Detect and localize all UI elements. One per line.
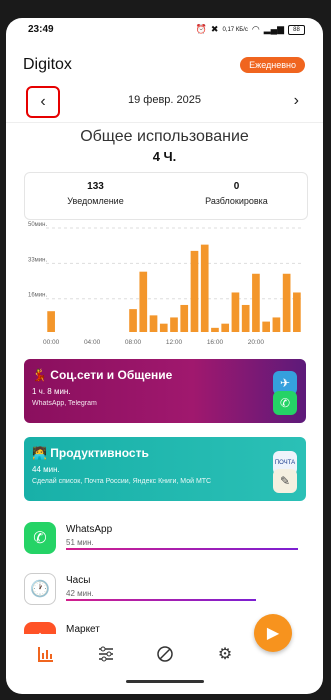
y-tick-label: 33мин.: [28, 257, 47, 263]
notepad-icon: ✎: [273, 469, 297, 493]
stat-label: Разблокировка: [205, 196, 268, 206]
date-navigation: ‹ 19 февр. 2025 ›: [6, 84, 323, 120]
app-row-whatsapp[interactable]: ✆ WhatsApp 51 мин.: [24, 518, 306, 558]
chart-bar[interactable]: [180, 304, 189, 332]
chart-bar[interactable]: [190, 250, 199, 332]
nav-block[interactable]: [153, 642, 177, 666]
chart-bar[interactable]: [159, 323, 168, 332]
app-time: 51 мин.: [66, 538, 94, 547]
productivity-emoji-icon: 🧑‍💻: [32, 446, 47, 460]
chart-bar[interactable]: [221, 323, 230, 332]
category-card-social[interactable]: 💃 Соц.сети и Общение 1 ч. 8 мин. WhatsAp…: [24, 359, 306, 423]
category-title: 💃 Соц.сети и Общение: [32, 368, 173, 382]
network-speed: 0,17 КБ/с: [222, 26, 248, 33]
stats-icon: [38, 647, 53, 662]
nav-settings[interactable]: ⚙: [213, 642, 237, 666]
y-tick-label: 50мин.: [28, 222, 47, 228]
chart-bar[interactable]: [252, 273, 260, 332]
period-selector[interactable]: Ежедневно: [240, 57, 305, 73]
usage-bar: [66, 599, 256, 601]
stat-value: 0: [233, 181, 240, 192]
stat-unlocks: 0 Разблокировка: [166, 181, 307, 206]
whatsapp-icon: ✆: [273, 391, 297, 415]
chart-bar[interactable]: [262, 321, 270, 332]
status-icons: ⏰ ✖ 0,17 КБ/с ◠ ▂▄▆ 88: [196, 24, 305, 35]
chart-bar[interactable]: [200, 244, 209, 332]
app-name: WhatsApp: [66, 524, 113, 535]
app-time: 42 мин.: [66, 589, 94, 598]
usage-bar: [66, 548, 298, 550]
chart-bar[interactable]: [149, 315, 158, 332]
next-day-button[interactable]: ›: [294, 92, 299, 110]
category-apps: Сделай список, Почта России, Яндекс Книг…: [32, 478, 212, 485]
x-tick-label: 12:00: [166, 339, 183, 346]
usage-title: Общее использование: [80, 128, 249, 145]
chart-bar[interactable]: [231, 292, 240, 332]
category-apps: WhatsApp, Telegram: [32, 400, 97, 407]
x-tick-label: 08:00: [125, 339, 142, 346]
stat-value: 133: [87, 181, 104, 192]
app-row-clock[interactable]: 🕐 Часы 42 мин.: [24, 569, 306, 609]
clock-icon: 🕐: [24, 573, 56, 605]
gear-icon: ⚙: [217, 646, 233, 663]
chart-bar[interactable]: [241, 304, 250, 332]
app-title: Digitox: [23, 56, 72, 73]
stat-notifications: 133 Уведомление: [25, 181, 166, 206]
signal-icon: ▂▄▆: [263, 24, 284, 34]
chevron-right-icon: ›: [293, 92, 299, 109]
app-name: Часы: [66, 575, 91, 586]
alarm-icon: ⏰: [195, 24, 207, 34]
stats-panel: 133 Уведомление 0 Разблокировка: [24, 172, 308, 220]
usage-total: 4 Ч.: [152, 149, 177, 164]
status-time: 23:49: [28, 24, 54, 35]
battery-icon: 88: [288, 24, 305, 35]
play-button[interactable]: ▶: [254, 614, 292, 652]
x-tick-label: 00:00: [43, 339, 60, 346]
category-title: 🧑‍💻 Продуктивность: [32, 446, 149, 460]
block-icon: [157, 646, 173, 662]
x-tick-label: 20:00: [248, 339, 265, 346]
status-bar: 23:49 ⏰ ✖ 0,17 КБ/с ◠ ▂▄▆ 88: [6, 18, 323, 46]
x-tick-label: 16:00: [207, 339, 224, 346]
sliders-icon: [99, 646, 113, 662]
chart-bar[interactable]: [139, 271, 148, 332]
phone-screen: 23:49 ⏰ ✖ 0,17 КБ/с ◠ ▂▄▆ 88 Digitox Еже…: [6, 18, 323, 694]
chart-bar[interactable]: [282, 273, 291, 332]
nav-stats[interactable]: [34, 642, 58, 666]
chart-bar[interactable]: [272, 317, 281, 332]
x-tick-label: 04:00: [84, 339, 101, 346]
home-indicator: [126, 680, 204, 683]
social-emoji-icon: 💃: [32, 368, 47, 382]
chart-bar[interactable]: [129, 309, 137, 332]
current-date[interactable]: 19 февр. 2025: [6, 94, 323, 106]
mute-icon: ✖: [210, 24, 219, 34]
chart-bar[interactable]: [47, 311, 55, 332]
usage-chart[interactable]: 50мин. 33мин. 16мин. 00:00 04:00 08:00 12:00 16…: [24, 220, 306, 348]
category-card-productivity[interactable]: 🧑‍💻 Продуктивность 44 мин. Сделай список…: [24, 437, 306, 501]
chart-bar[interactable]: [293, 292, 301, 332]
chart-bar[interactable]: [211, 327, 219, 332]
stat-label: Уведомление: [67, 196, 124, 206]
divider: [6, 122, 323, 123]
y-tick-label: 16мин.: [28, 293, 47, 299]
category-time: 44 мин.: [32, 465, 60, 474]
play-icon: ▶: [266, 625, 280, 642]
whatsapp-icon: ✆: [24, 522, 56, 554]
app-header: Digitox Ежедневно: [6, 52, 323, 80]
wifi-icon: ◠: [251, 24, 260, 34]
category-time: 1 ч. 8 мин.: [32, 387, 71, 396]
chart-bar[interactable]: [170, 317, 178, 332]
nav-filters[interactable]: [94, 642, 118, 666]
